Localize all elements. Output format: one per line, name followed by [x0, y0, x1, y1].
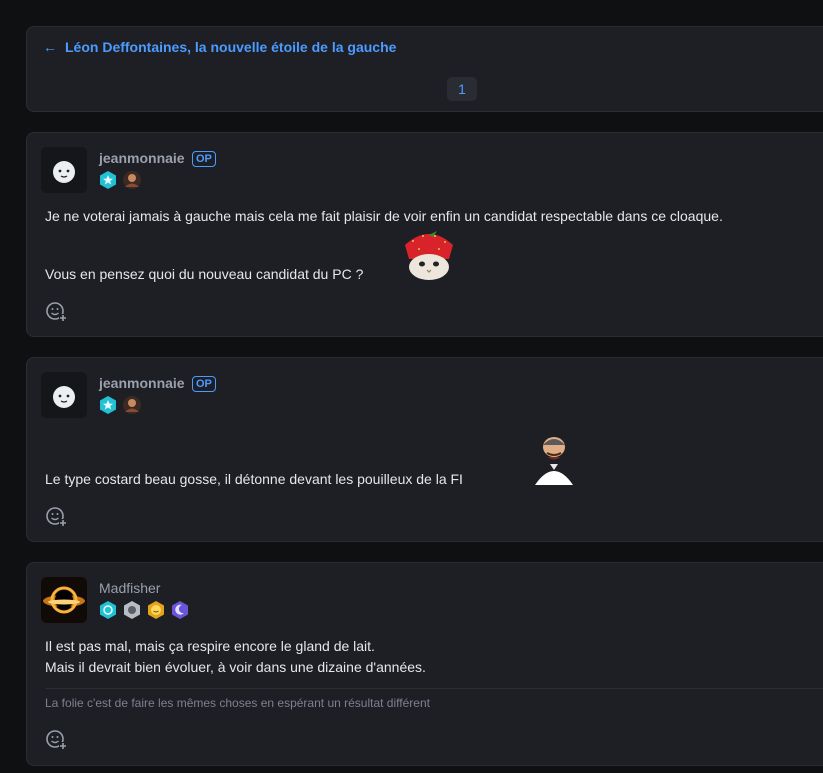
- signature-text: La folie c'est de faire les mêmes choses…: [45, 696, 430, 710]
- star-badge-icon[interactable]: [98, 170, 118, 190]
- op-badge: OP: [192, 151, 216, 167]
- post-text-line: Mais il devrait bien évoluer, à voir dan…: [45, 659, 426, 675]
- post: Madfisher Il est pas mal, mais ça respir…: [26, 562, 823, 766]
- username[interactable]: Madfisher: [99, 580, 160, 596]
- black-hole-avatar-icon: [41, 577, 87, 623]
- back-to-topic-link[interactable]: ← Léon Deffontaines, la nouvelle étoile …: [43, 39, 396, 55]
- post: jeanmonnaie OP Je ne voterai jamais à ga…: [26, 132, 823, 337]
- avatar-face-icon: [41, 372, 87, 418]
- avatar-face-icon: [41, 147, 87, 193]
- smiley-badge-icon[interactable]: [146, 600, 166, 620]
- moon-badge-icon[interactable]: [170, 600, 190, 620]
- avatar[interactable]: [41, 147, 87, 193]
- post-text-line: Vous en pensez quoi du nouveau candidat …: [45, 266, 364, 282]
- gear-badge-icon[interactable]: [122, 600, 142, 620]
- star-badge-icon[interactable]: [98, 395, 118, 415]
- username[interactable]: jeanmonnaie: [99, 375, 185, 391]
- topic-title: Léon Deffontaines, la nouvelle étoile de…: [65, 39, 397, 55]
- portrait-badge-icon[interactable]: [122, 395, 142, 415]
- op-badge: OP: [192, 376, 216, 392]
- add-reaction-icon[interactable]: [45, 300, 67, 322]
- avatar[interactable]: [41, 372, 87, 418]
- post-text-line: Le type costard beau gosse, il détonne d…: [45, 471, 463, 487]
- avatar[interactable]: [41, 577, 87, 623]
- compass-badge-icon[interactable]: [98, 600, 118, 620]
- topic-header: ← Léon Deffontaines, la nouvelle étoile …: [26, 26, 823, 112]
- laughing-man-sticker: [533, 433, 575, 485]
- badge-list: [98, 600, 190, 620]
- signature-divider: [45, 688, 823, 689]
- post: jeanmonnaie OP Le type costard beau goss…: [26, 357, 823, 542]
- page-button-1[interactable]: 1: [447, 77, 477, 101]
- badge-list: [98, 395, 142, 415]
- add-reaction-icon[interactable]: [45, 728, 67, 750]
- username[interactable]: jeanmonnaie: [99, 150, 185, 166]
- arrow-left-icon: ←: [43, 39, 57, 55]
- post-text-line: Il est pas mal, mais ça respire encore l…: [45, 638, 375, 654]
- portrait-badge-icon[interactable]: [122, 170, 142, 190]
- add-reaction-icon[interactable]: [45, 505, 67, 527]
- badge-list: [98, 170, 142, 190]
- strawberry-cat-sticker: [405, 231, 453, 280]
- post-text-line: Je ne voterai jamais à gauche mais cela …: [45, 208, 723, 224]
